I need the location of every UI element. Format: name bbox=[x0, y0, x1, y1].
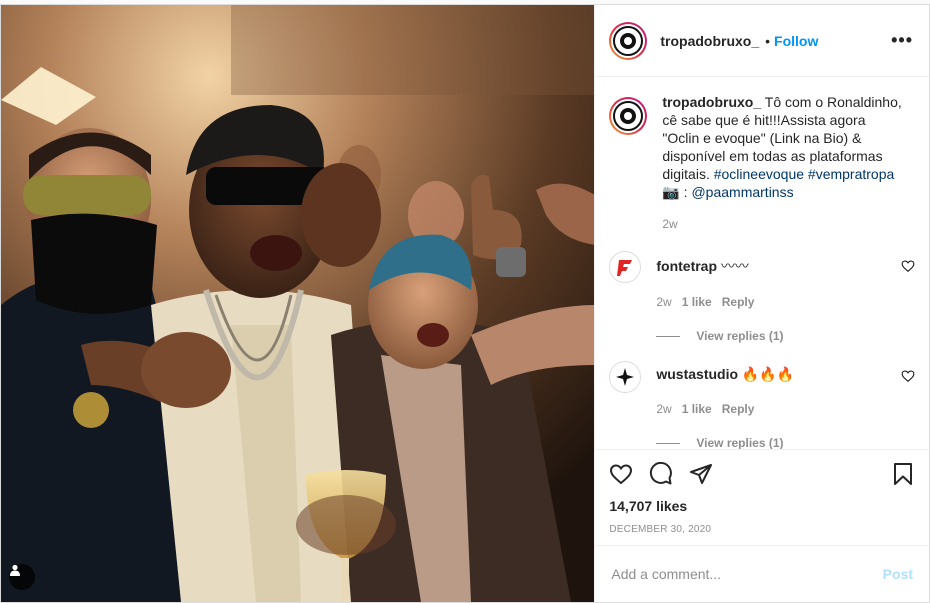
hashtag-link[interactable]: #oclineevoque bbox=[714, 166, 804, 182]
author-username[interactable]: tropadobruxo_ bbox=[660, 33, 759, 49]
comment-age[interactable]: 2w bbox=[656, 295, 671, 309]
comment-text: 〰〰 bbox=[720, 258, 749, 274]
more-options-button[interactable]: ••• bbox=[891, 30, 913, 51]
caption-username[interactable]: tropadobruxo_ bbox=[662, 94, 761, 110]
fontetrap-logo-icon bbox=[617, 260, 633, 276]
party-photo-illustration bbox=[1, 5, 595, 602]
wustastudio-logo-icon bbox=[616, 368, 635, 386]
view-replies-label[interactable]: View replies (1) bbox=[696, 329, 783, 343]
post-modal: tropadobruxo_ • Follow ••• tropadobruxo_… bbox=[0, 4, 930, 603]
comments-list[interactable]: tropadobruxo_ Tô com o Ronaldinho, cê sa… bbox=[595, 77, 929, 449]
reply-button[interactable]: Reply bbox=[722, 402, 755, 416]
user-tag-button[interactable] bbox=[9, 564, 35, 590]
mention-link[interactable]: @paammartinss bbox=[691, 184, 793, 200]
comment-item: fontetrap 〰〰 2w 1 like Reply bbox=[609, 251, 915, 309]
caption-text-credit: 📷 : bbox=[662, 184, 692, 200]
author-avatar[interactable] bbox=[609, 21, 648, 60]
reply-button[interactable]: Reply bbox=[722, 295, 755, 309]
add-comment-bar: Post bbox=[595, 545, 929, 602]
comment-username[interactable]: wustastudio bbox=[656, 366, 738, 382]
paper-plane-icon[interactable] bbox=[689, 462, 713, 486]
post-header: tropadobruxo_ • Follow ••• bbox=[595, 5, 929, 77]
caption-avatar[interactable] bbox=[609, 97, 648, 135]
comment-input[interactable] bbox=[611, 566, 883, 582]
caption: tropadobruxo_ Tô com o Ronaldinho, cê sa… bbox=[609, 93, 915, 233]
bookmark-icon[interactable] bbox=[891, 462, 915, 486]
view-replies-button[interactable]: View replies (1) bbox=[656, 329, 915, 343]
comment-likes[interactable]: 1 like bbox=[682, 295, 712, 309]
follow-button[interactable]: Follow bbox=[774, 33, 818, 49]
comment-age[interactable]: 2w bbox=[656, 402, 671, 416]
caption-body: tropadobruxo_ Tô com o Ronaldinho, cê sa… bbox=[662, 93, 902, 233]
replies-divider bbox=[656, 442, 681, 444]
comment-likes[interactable]: 1 like bbox=[682, 402, 712, 416]
comment-text: 🔥🔥🔥 bbox=[741, 366, 795, 382]
comment-username[interactable]: fontetrap bbox=[656, 258, 717, 274]
post-photo[interactable] bbox=[1, 5, 595, 602]
post-date[interactable]: DECEMBER 30, 2020 bbox=[609, 524, 915, 545]
comment-icon[interactable] bbox=[649, 462, 673, 486]
heart-icon[interactable] bbox=[609, 462, 633, 486]
tropa-logo bbox=[613, 101, 644, 131]
view-replies-label[interactable]: View replies (1) bbox=[696, 436, 783, 449]
user-icon bbox=[10, 564, 20, 576]
likes-count[interactable]: 14,707 likes bbox=[609, 498, 915, 514]
hashtag-link[interactable]: #vempratropa bbox=[808, 166, 894, 182]
tropa-logo bbox=[613, 25, 644, 56]
view-replies-button[interactable]: View replies (1) bbox=[656, 436, 915, 449]
comment-like-heart-icon[interactable] bbox=[901, 369, 915, 383]
comment-like-heart-icon[interactable] bbox=[901, 259, 915, 273]
caption-age[interactable]: 2w bbox=[662, 215, 902, 233]
commenter-avatar[interactable] bbox=[609, 361, 642, 393]
separator-dot: • bbox=[765, 32, 771, 49]
post-comment-button[interactable]: Post bbox=[883, 566, 913, 582]
replies-divider bbox=[656, 335, 681, 337]
commenter-avatar[interactable] bbox=[609, 251, 642, 283]
post-actions: 14,707 likes DECEMBER 30, 2020 bbox=[595, 449, 929, 545]
post-sidebar: tropadobruxo_ • Follow ••• tropadobruxo_… bbox=[594, 5, 929, 602]
comment-item: wustastudio 🔥🔥🔥 2w 1 like Reply bbox=[609, 361, 915, 416]
